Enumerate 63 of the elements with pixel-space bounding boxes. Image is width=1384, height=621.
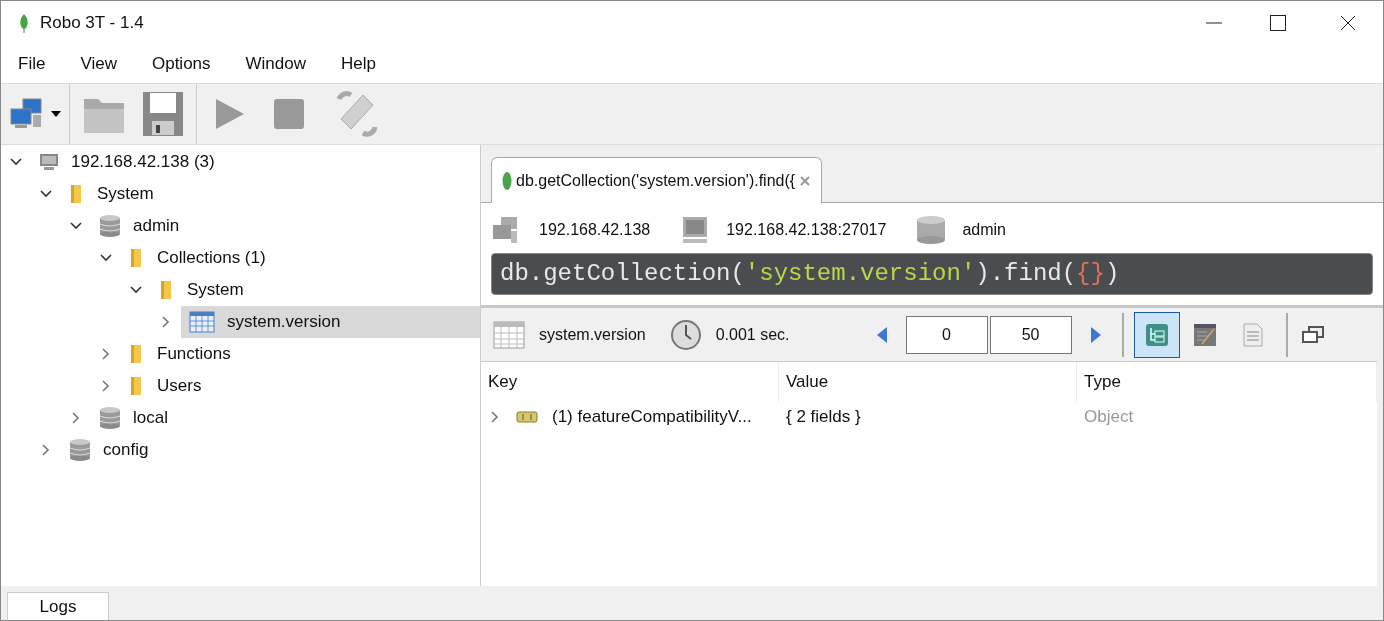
table-icon <box>493 320 525 349</box>
collection-name: system.version <box>539 324 646 345</box>
tree-item[interactable]: Users <box>121 370 214 402</box>
computer-icon <box>39 152 59 172</box>
column-header[interactable]: Key <box>481 362 779 402</box>
tree-item[interactable]: System <box>151 274 256 306</box>
object-icon <box>516 411 538 423</box>
window-title: Robo 3T - 1.4 <box>40 12 144 35</box>
menu-item[interactable]: Options <box>140 51 222 77</box>
stop-icon[interactable] <box>273 98 305 130</box>
document-icon <box>1242 322 1263 347</box>
tree-item[interactable]: system.version <box>181 306 480 338</box>
close-icon[interactable] <box>1340 15 1356 31</box>
code-token: db.getCollection( <box>500 259 745 289</box>
view-mode-button[interactable] <box>1133 311 1180 358</box>
windows-icon[interactable] <box>1301 325 1324 344</box>
type-cell-text: Object <box>1083 406 1135 429</box>
tree-view-icon <box>1144 322 1169 347</box>
menu-item[interactable]: Help <box>330 51 387 77</box>
logs-tab[interactable]: Logs <box>7 592 109 620</box>
column-header[interactable]: Type <box>1077 362 1377 402</box>
clock-icon <box>669 318 702 351</box>
code-token: ).find( <box>975 259 1077 289</box>
tree-item[interactable]: Functions <box>121 338 243 370</box>
query-time: 0.001 sec. <box>715 324 790 345</box>
table-icon <box>189 311 215 333</box>
menu-item[interactable]: Window <box>234 51 317 77</box>
host-address: 192.168.42.138:27017 <box>726 220 887 240</box>
menu-item[interactable]: File <box>7 51 57 77</box>
code-token: {} <box>1076 259 1105 289</box>
code-token: ) <box>1104 259 1120 289</box>
right-arrow-icon[interactable] <box>1089 325 1102 344</box>
menu-item[interactable]: View <box>69 51 128 77</box>
tree-item[interactable]: 192.168.42.138 (3) <box>31 146 227 178</box>
database-icon <box>69 438 91 462</box>
server-address: 192.168.42.138 <box>539 220 651 240</box>
tree-item[interactable]: Collections (1) <box>121 242 278 274</box>
value-cell-text: { 2 fields } <box>785 406 862 429</box>
database-icon <box>916 215 947 245</box>
query-tab[interactable]: db.getCollection('system.version').find({ <box>491 157 823 203</box>
play-icon[interactable] <box>215 98 245 130</box>
skip-field[interactable]: 0 <box>905 315 988 354</box>
maximize-icon[interactable] <box>1270 15 1286 31</box>
leaf-icon <box>502 170 512 191</box>
left-arrow-icon[interactable] <box>875 325 888 344</box>
computers-icon <box>9 97 43 131</box>
caret-icon <box>51 111 61 117</box>
database-name: admin <box>962 220 1006 240</box>
key-cell-text: (1) featureCompatibilityV... <box>552 406 752 429</box>
tree-item[interactable]: config <box>61 434 161 466</box>
column-header[interactable]: Value <box>779 362 1077 402</box>
tree-item[interactable]: local <box>91 402 180 434</box>
tree-item[interactable]: admin <box>91 210 192 242</box>
tree-item[interactable]: System <box>61 178 166 210</box>
database-icon <box>99 406 121 430</box>
computers-icon <box>491 215 519 245</box>
code-token: 'system.version' <box>744 259 976 289</box>
query-editor[interactable]: db.getCollection('system.version').find({}) <box>491 253 1373 295</box>
monitor-icon <box>682 216 709 244</box>
limit-field[interactable]: 50 <box>989 315 1072 354</box>
database-icon <box>99 214 121 238</box>
leaf-icon <box>17 13 31 33</box>
table-edit-icon <box>1192 322 1217 347</box>
